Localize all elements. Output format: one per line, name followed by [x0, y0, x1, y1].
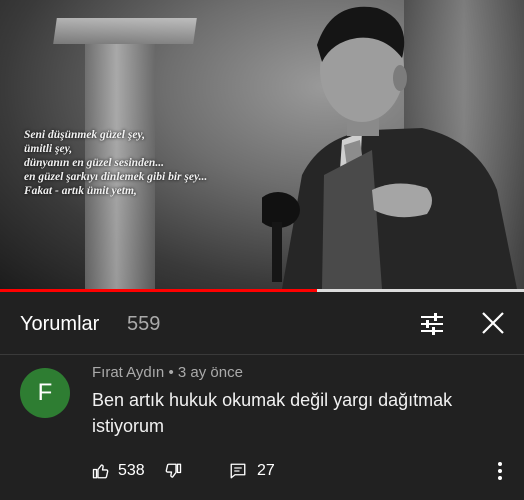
like-button[interactable]: 538	[92, 459, 145, 483]
dislike-button[interactable]	[164, 459, 182, 483]
comments-count: 559	[127, 313, 161, 335]
reply-icon	[230, 463, 246, 479]
speaker-figure	[262, 6, 517, 289]
close-icon[interactable]	[480, 310, 506, 336]
thumbs-up-icon	[92, 464, 109, 479]
comments-title: Yorumlar	[20, 313, 100, 335]
reply-count: 27	[257, 462, 275, 479]
thumbs-down-icon	[165, 463, 182, 478]
comment-time: 3 ay önce	[177, 364, 243, 381]
like-count: 538	[118, 462, 145, 479]
more-vert-icon[interactable]	[492, 458, 508, 484]
comment-item: F Fırat Aydın • 3 ay önce Ben artık huku…	[0, 355, 524, 500]
background-pillar-cap	[53, 18, 197, 44]
comment-meta: Fırat Aydın • 3 ay önce	[92, 364, 243, 381]
comments-header: Yorumlar 559	[0, 292, 524, 355]
reply-button[interactable]: 27	[229, 459, 275, 483]
video-quote-overlay: Seni düşünmek güzel şey, ümitli şey, dün…	[24, 129, 208, 197]
comment-text: Ben artık hukuk okumak değil yargı dağıt…	[92, 390, 453, 436]
avatar[interactable]: F	[20, 368, 70, 418]
tune-icon[interactable]	[418, 310, 446, 338]
comment-author[interactable]: Fırat Aydın	[92, 364, 164, 381]
meta-separator: •	[168, 364, 174, 381]
video-player[interactable]: Seni düşünmek güzel şey, ümitli şey, dün…	[0, 0, 524, 289]
